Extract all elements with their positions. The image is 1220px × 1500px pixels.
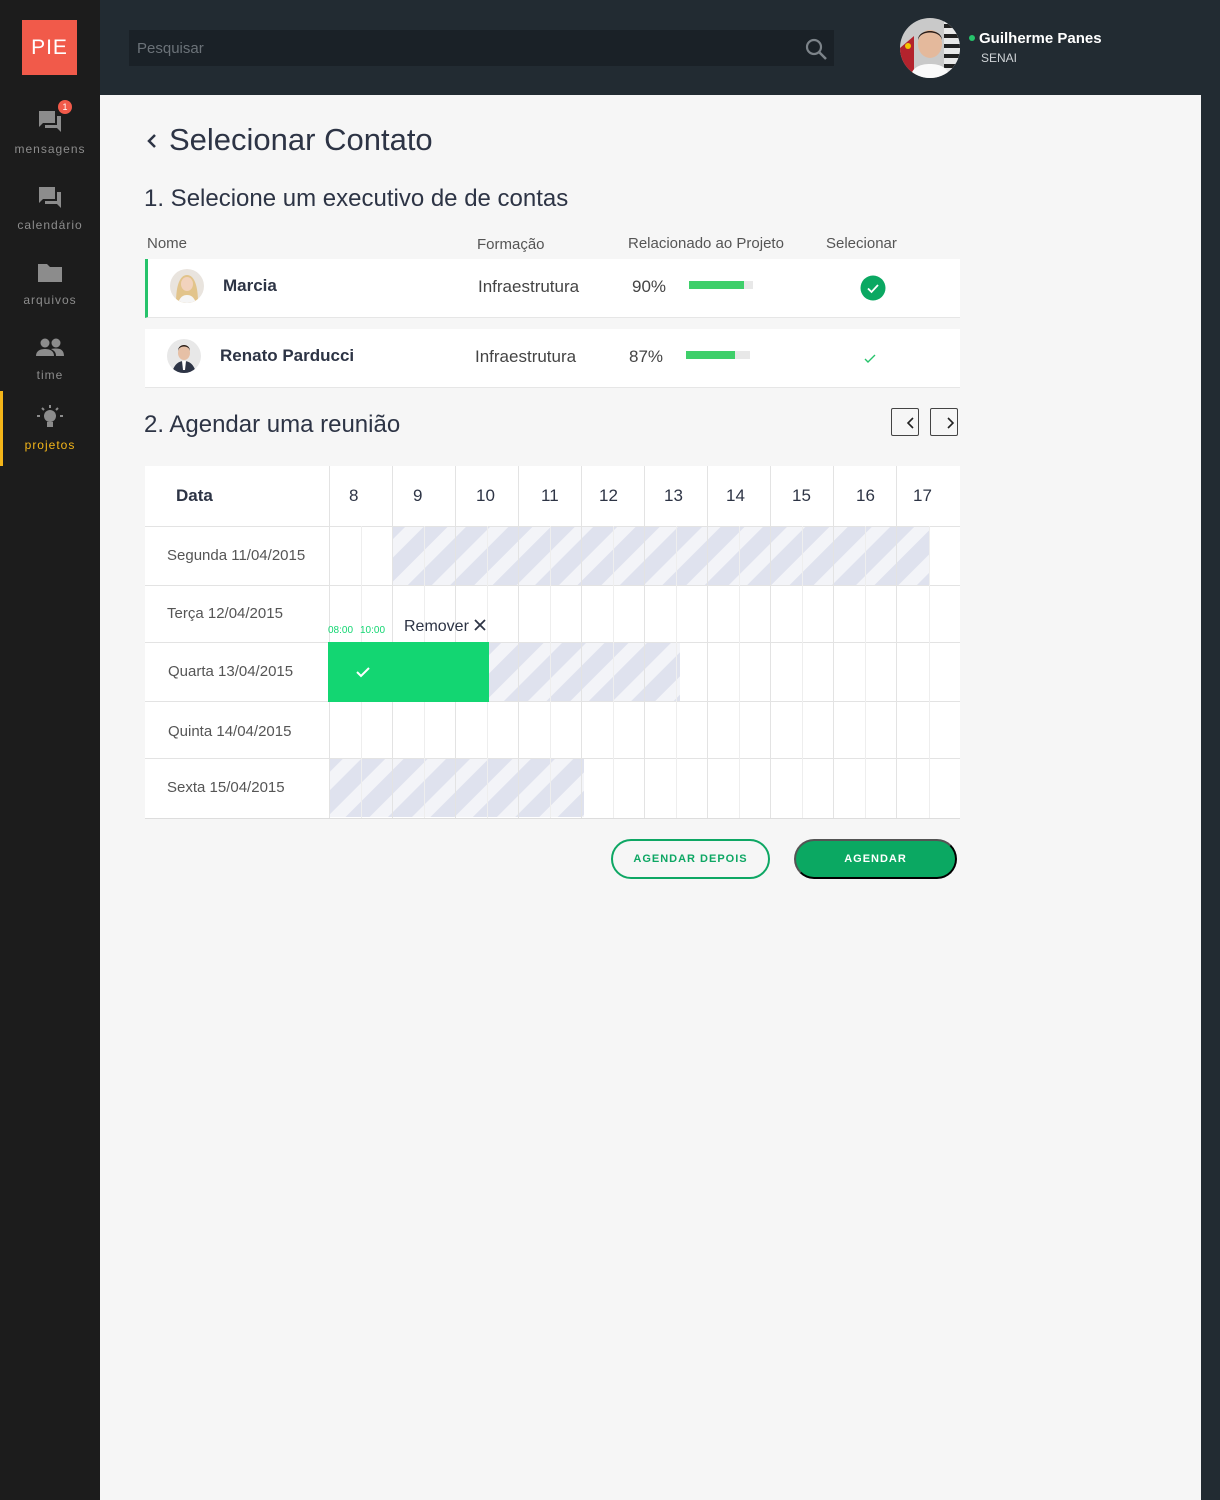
selected-check-icon[interactable]	[860, 275, 886, 301]
top-header: Guilherme Panes SENAI	[100, 0, 1220, 95]
search-bar	[129, 30, 834, 66]
relevance-bar	[686, 351, 750, 359]
contact-row[interactable]: Renato Parducci Infraestrutura 87%	[145, 329, 960, 388]
column-header-related: Relacionado ao Projeto	[628, 235, 784, 252]
contact-percent: 90%	[632, 277, 667, 296]
contact-name: Renato Parducci	[220, 346, 355, 365]
search-input[interactable]	[129, 30, 805, 66]
chevron-right-icon	[947, 417, 955, 429]
sidebar-item-mensagens[interactable]: 1 mensagens	[0, 100, 100, 178]
hour-label: 13	[664, 486, 683, 505]
user-name: Guilherme Panes	[979, 30, 1102, 47]
booking-start-time: 08:00	[328, 625, 354, 636]
sidebar-item-label: projetos	[24, 438, 76, 452]
step2-heading: 2. Agendar uma reunião	[144, 411, 401, 438]
user-organization: SENAI	[981, 51, 1018, 65]
hour-label: 17	[913, 486, 932, 505]
contact-training: Infraestrutura	[475, 347, 577, 366]
user-avatar[interactable]	[900, 18, 960, 78]
day-label: Sexta 15/04/2015	[167, 779, 285, 796]
hour-label: 15	[792, 486, 811, 505]
chat-icon	[36, 184, 64, 212]
sidebar-item-projetos[interactable]: projetos	[0, 391, 100, 474]
folder-icon	[36, 259, 64, 287]
hour-label: 14	[726, 486, 745, 505]
column-header-name: Nome	[147, 235, 188, 252]
date-column-header: Data	[176, 486, 213, 505]
contact-name: Marcia	[223, 276, 277, 295]
sidebar-item-label: time	[36, 368, 64, 382]
check-icon	[356, 667, 370, 678]
chevron-left-icon	[906, 417, 914, 429]
day-label: Quarta 13/04/2015	[168, 663, 294, 680]
main-content: Selecionar Contato 1. Selecione um execu…	[100, 95, 1201, 1500]
booking-end-time: 10:00	[360, 625, 386, 636]
back-chevron-icon[interactable]	[144, 131, 162, 151]
sidebar-item-arquivos[interactable]: arquivos	[0, 259, 100, 329]
sidebar-item-label: calendário	[17, 218, 83, 232]
contact-percent: 87%	[629, 347, 664, 366]
remove-label: Remover	[404, 618, 469, 635]
people-icon	[36, 334, 64, 362]
contact-avatar	[167, 339, 201, 373]
lightbulb-icon	[36, 404, 64, 432]
relevance-bar	[689, 281, 753, 289]
booked-slot[interactable]	[328, 642, 489, 702]
day-label: Segunda 11/04/2015	[167, 547, 306, 564]
schedule-button[interactable]: AGENDAR	[794, 839, 957, 879]
contact-avatar	[170, 269, 204, 303]
sidebar-item-label: arquivos	[23, 293, 77, 307]
hour-label: 12	[599, 486, 618, 505]
schedule-grid: Data 8 9 10 11 12 13 14 15 16 17 Segunda…	[145, 466, 960, 819]
hour-label: 8	[349, 486, 359, 505]
column-header-select: Selecionar	[826, 235, 897, 252]
schedule-later-button[interactable]: AGENDAR DEPOIS	[611, 839, 770, 879]
hour-label: 11	[541, 486, 559, 505]
sidebar-item-calendario[interactable]: calendário	[0, 184, 100, 254]
close-icon	[474, 619, 486, 631]
relevance-bar-fill	[689, 281, 745, 289]
day-label: Terça 12/04/2015	[167, 605, 283, 622]
sidebar: PIE 1 mensagens calendário arquivos time…	[0, 0, 100, 1500]
page-title: Selecionar Contato	[169, 122, 433, 157]
day-label: Quinta 14/04/2015	[168, 723, 292, 740]
hour-label: 9	[413, 486, 423, 505]
step1-heading: 1. Selecione um executivo de de contas	[144, 185, 569, 212]
search-icon[interactable]	[804, 37, 828, 61]
app-logo[interactable]: PIE	[22, 20, 77, 75]
prev-week-button[interactable]	[891, 408, 919, 436]
hour-label: 10	[476, 486, 495, 505]
column-header-training: Formação	[477, 236, 545, 253]
hour-label: 16	[856, 486, 875, 505]
sidebar-item-label: mensagens	[14, 142, 86, 156]
remove-booking-button[interactable]: Remover	[404, 618, 487, 636]
grid-lines	[145, 466, 960, 818]
chat-icon: 1	[36, 100, 72, 136]
contact-row[interactable]: Marcia Infraestrutura 90%	[145, 259, 960, 318]
online-status-dot	[969, 35, 975, 41]
relevance-bar-fill	[686, 351, 736, 359]
notification-badge: 1	[58, 100, 72, 114]
contact-training: Infraestrutura	[478, 277, 580, 296]
sidebar-item-time[interactable]: time	[0, 334, 100, 404]
select-check-icon[interactable]	[857, 345, 883, 371]
next-week-button[interactable]	[930, 408, 958, 436]
